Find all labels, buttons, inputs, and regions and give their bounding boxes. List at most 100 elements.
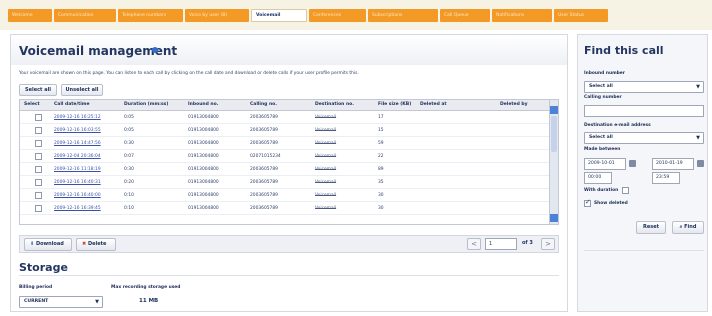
destination-select[interactable]: Select all ▼: [584, 132, 704, 144]
show-deleted-checkbox[interactable]: [584, 198, 591, 207]
calling-number-input[interactable]: [584, 105, 704, 117]
scroll-thumb[interactable]: [551, 116, 557, 152]
find-button[interactable]: ⌕ Find: [672, 221, 704, 234]
select-all-button[interactable]: Select all: [19, 84, 57, 96]
find-label: Find: [684, 224, 697, 230]
row-checkbox[interactable]: [35, 114, 42, 121]
find-call-panel: Find this call Inbound number Select all…: [577, 34, 708, 312]
row-checkbox[interactable]: [35, 127, 42, 134]
made-between-label: Made between: [584, 147, 621, 152]
tab-call-queue[interactable]: Call Queue: [440, 9, 490, 22]
tab-strip: Welcome Communication Telephone numbers …: [8, 9, 610, 22]
panel-header: Voicemail management: [11, 35, 567, 65]
page-description: Your voicemail are shown on this page. Y…: [19, 71, 359, 76]
inbound-cell: 01913004800: [188, 206, 219, 211]
calling-cell: 2003605789: [250, 141, 278, 146]
tab-communication[interactable]: Communication: [54, 9, 116, 22]
tab-notifications[interactable]: Notifications: [492, 9, 552, 22]
inbound-cell: 01913004800: [188, 154, 219, 159]
row-checkbox[interactable]: [35, 179, 42, 186]
date-to-input[interactable]: 2010-01-19: [652, 158, 694, 170]
call-date-link[interactable]: 2009-12-16 14:47:56: [54, 141, 101, 146]
reset-button[interactable]: Reset: [636, 221, 666, 234]
tab-user-status[interactable]: User Status: [554, 9, 608, 22]
file-size-cell: 89: [378, 167, 384, 172]
row-checkbox[interactable]: [35, 140, 42, 147]
tab-telephone-numbers[interactable]: Telephone numbers: [118, 9, 183, 22]
tab-conferences[interactable]: Conferences: [309, 9, 366, 22]
with-duration-checkbox[interactable]: [622, 187, 629, 194]
calendar-icon[interactable]: [629, 160, 636, 167]
table-row: 2009-12-16 16:25:12 0:05 01913004800 200…: [20, 112, 550, 124]
col-select[interactable]: Select: [24, 102, 40, 107]
file-size-cell: 35: [378, 180, 384, 185]
help-icon[interactable]: [152, 47, 158, 53]
row-checkbox[interactable]: [35, 192, 42, 199]
show-deleted-label: Show deleted: [594, 201, 628, 206]
with-duration-label: With duration: [584, 188, 619, 193]
unselect-all-button[interactable]: Unselect all: [61, 84, 103, 96]
duration-cell: 0:10: [124, 206, 134, 211]
col-call-date[interactable]: Call date/time: [54, 102, 90, 107]
file-size-cell: 30: [378, 206, 384, 211]
tab-subscriptions[interactable]: Subscriptions: [368, 9, 438, 22]
calling-cell: 2003605789: [250, 180, 278, 185]
delete-icon: ✖: [82, 241, 87, 247]
table-row: 2009-12-16 11:18:19 0:30 01913004800 200…: [20, 164, 550, 176]
table-scrollbar[interactable]: [549, 100, 558, 224]
time-to-input[interactable]: 23:59: [652, 172, 680, 184]
file-size-cell: 30: [378, 193, 384, 198]
prev-page-button[interactable]: <: [467, 238, 481, 250]
page-count: of 3: [522, 240, 533, 246]
col-inbound[interactable]: Inbound no.: [188, 102, 218, 107]
next-page-button[interactable]: >: [541, 238, 555, 250]
call-date-link[interactable]: 2009-12-16 16:39:45: [54, 206, 101, 211]
table-action-bar: ⬇ Download ✖ Delete < of 3 >: [19, 235, 559, 253]
top-navigation: Welcome Communication Telephone numbers …: [0, 0, 712, 30]
col-destination[interactable]: Destination no.: [315, 102, 354, 107]
delete-button[interactable]: ✖ Delete: [76, 238, 116, 251]
col-duration[interactable]: Duration (mm:ss): [124, 102, 168, 107]
call-date-link[interactable]: 2009-12-16 16:40:31: [54, 180, 101, 185]
table-row: 2009-12-16 16:40:00 0:10 01913004800 200…: [20, 190, 550, 202]
inbound-number-select[interactable]: Select all ▼: [584, 81, 704, 93]
voicemail-panel: Voicemail management Your voicemail are …: [10, 34, 568, 312]
scroll-down-arrow-icon[interactable]: [550, 214, 558, 222]
col-calling[interactable]: Calling no.: [250, 102, 277, 107]
destination-cell: Voicemail: [315, 141, 337, 146]
calendar-icon[interactable]: [697, 160, 704, 167]
scroll-up-arrow-icon[interactable]: [550, 106, 558, 114]
tab-welcome[interactable]: Welcome: [8, 9, 52, 22]
call-date-link[interactable]: 2009-12-16 16:25:12: [54, 115, 101, 120]
time-from-input[interactable]: 00:00: [584, 172, 612, 184]
inbound-cell: 01913004800: [188, 128, 219, 133]
call-date-link[interactable]: 2009-12-16 11:18:19: [54, 167, 101, 172]
table-row: 2009-12-16 14:47:56 0:30 01913004800 200…: [20, 138, 550, 150]
table-row: 2009-12-16 16:40:31 0:20 01913004800 200…: [20, 177, 550, 189]
delete-label: Delete: [87, 241, 107, 247]
chevron-down-icon: ▼: [696, 135, 700, 141]
row-checkbox[interactable]: [35, 166, 42, 173]
table-row: 2009-12-16 16:39:45 0:10 01913004800 200…: [20, 203, 550, 215]
calling-cell: 2003605789: [250, 167, 278, 172]
destination-value: Select all: [589, 135, 613, 140]
row-checkbox[interactable]: [35, 153, 42, 160]
page-number-input[interactable]: [485, 238, 517, 250]
chevron-down-icon: ▼: [95, 299, 99, 305]
duration-cell: 0:10: [124, 193, 134, 198]
duration-cell: 0:30: [124, 167, 134, 172]
download-button[interactable]: ⬇ Download: [24, 238, 72, 251]
row-checkbox[interactable]: [35, 205, 42, 212]
col-deleted-at[interactable]: Deleted at: [420, 102, 447, 107]
date-from-input[interactable]: 2009-10-01: [584, 158, 626, 170]
tab-voice-by-user[interactable]: Voice by user (B): [185, 9, 249, 22]
call-date-link[interactable]: 2009-12-16 16:40:00: [54, 193, 101, 198]
inbound-number-label: Inbound number: [584, 71, 625, 76]
call-date-link[interactable]: 2009-12-16 16:03:55: [54, 128, 101, 133]
tab-voicemail[interactable]: Voicemail: [251, 9, 307, 22]
call-date-link[interactable]: 2009-12-04 20:36:04: [54, 154, 101, 159]
col-deleted-by[interactable]: Deleted by: [500, 102, 528, 107]
col-file-size[interactable]: File size (KB): [378, 102, 411, 107]
billing-period-select[interactable]: CURRENT ▼: [19, 296, 103, 308]
voicemail-table: Select Call date/time Duration (mm:ss) I…: [19, 99, 559, 225]
